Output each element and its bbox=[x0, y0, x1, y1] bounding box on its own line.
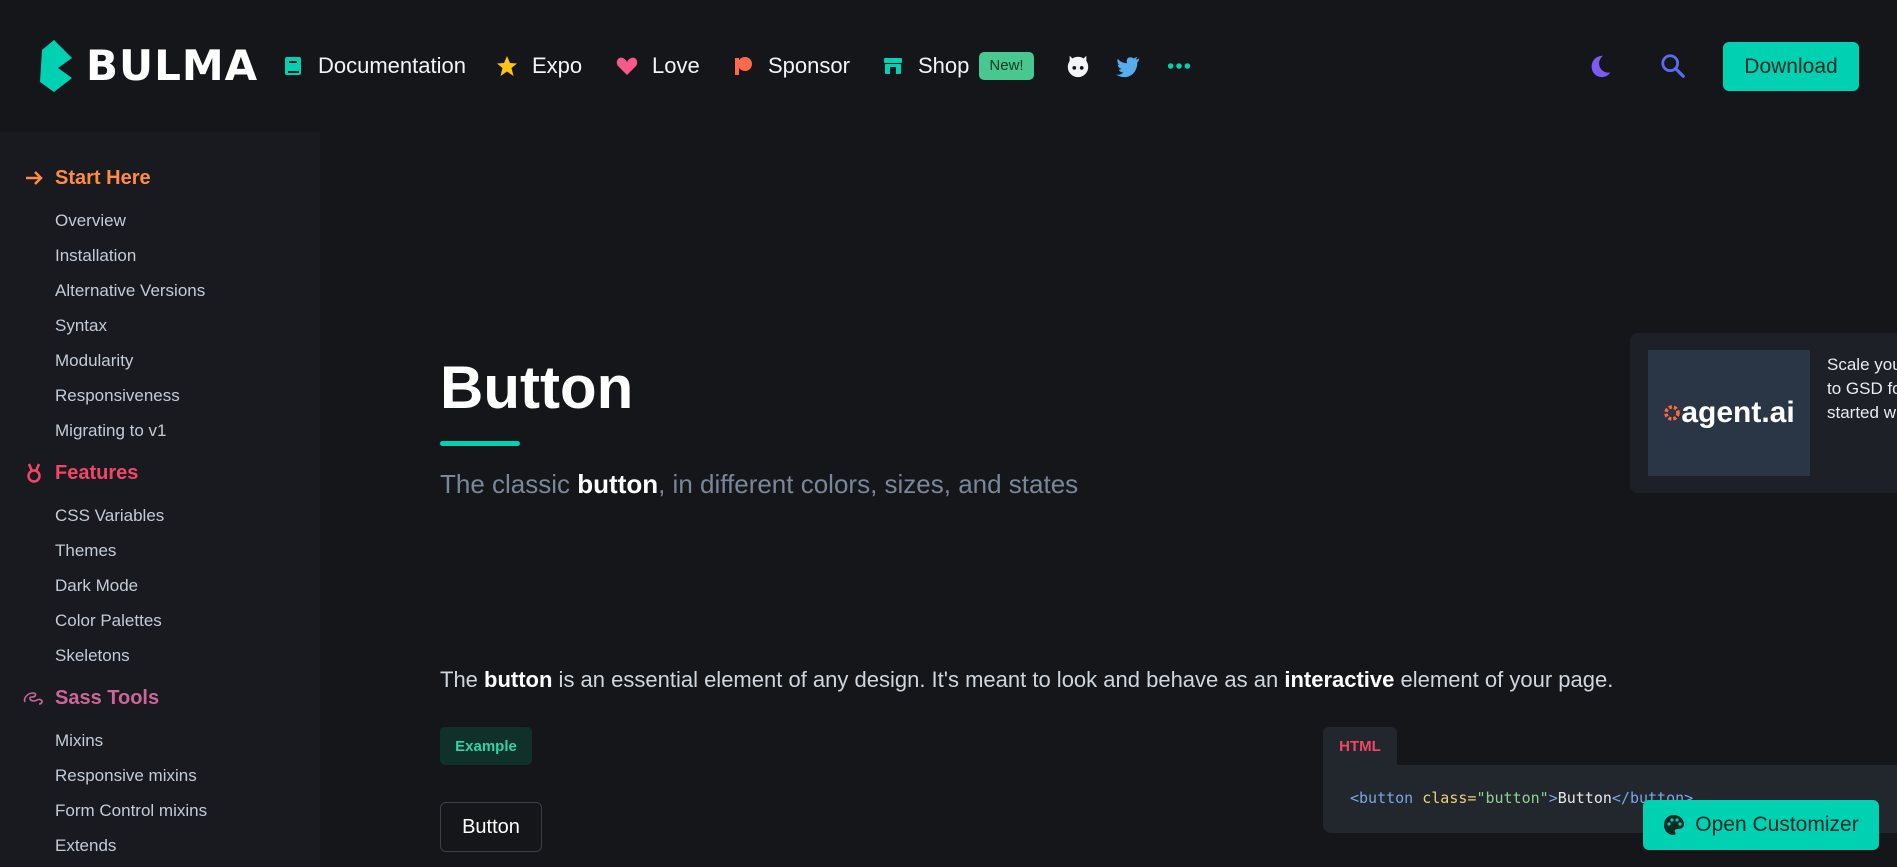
sidebar-item-css-variables[interactable]: CSS Variables bbox=[55, 506, 164, 526]
open-customizer-label: Open Customizer bbox=[1695, 813, 1859, 836]
sidebar-category-features[interactable]: Features bbox=[22, 461, 138, 485]
nav-documentation[interactable]: Documentation bbox=[282, 50, 466, 82]
heart-icon bbox=[616, 57, 638, 75]
palette-icon bbox=[1664, 815, 1685, 835]
page-title: Button bbox=[440, 354, 634, 421]
sidebar-item-mixins[interactable]: Mixins bbox=[55, 731, 103, 751]
new-badge: New! bbox=[979, 52, 1034, 80]
sidebar-item-skeletons[interactable]: Skeletons bbox=[55, 646, 130, 666]
brand-name: BULMA bbox=[86, 41, 259, 90]
moon-icon[interactable] bbox=[1585, 50, 1615, 82]
sidebar-category-sass-tools[interactable]: Sass Tools bbox=[22, 686, 159, 710]
nav-expo[interactable]: Expo bbox=[496, 50, 582, 82]
ad-image: agent.ai bbox=[1648, 350, 1810, 476]
arrow-right-icon bbox=[22, 166, 46, 190]
nav-love-label: Love bbox=[652, 53, 700, 78]
gear-icon bbox=[1664, 405, 1681, 421]
code-tab-html[interactable]: HTML bbox=[1323, 727, 1397, 765]
bulma-logo-icon bbox=[40, 40, 72, 92]
nav-shop-label: Shop bbox=[918, 53, 970, 78]
nav-sponsor[interactable]: Sponsor bbox=[732, 50, 850, 82]
store-icon bbox=[884, 58, 902, 74]
search-icon[interactable] bbox=[1658, 50, 1688, 82]
nav-documentation-label: Documentation bbox=[318, 53, 466, 78]
nav-sponsor-label: Sponsor bbox=[768, 53, 850, 78]
sidebar-category-start-here[interactable]: Start Here bbox=[22, 166, 151, 190]
medal-icon bbox=[22, 461, 46, 485]
top-navbar: BULMA Documentation Expo Love Sponsor Sh… bbox=[0, 0, 1897, 132]
sidebar-category-label: Features bbox=[55, 461, 139, 484]
sidebar-category-label: Start Here bbox=[55, 166, 151, 189]
sidebar-item-responsive-mixins[interactable]: Responsive mixins bbox=[55, 766, 197, 786]
sidebar-item-dark-mode[interactable]: Dark Mode bbox=[55, 576, 138, 596]
page-subtitle: The classic button, in different colors,… bbox=[440, 469, 1079, 499]
example-tag: Example bbox=[440, 727, 532, 765]
intro-paragraph: The button is an essential element of an… bbox=[440, 667, 1614, 692]
twitter-icon[interactable] bbox=[1114, 52, 1142, 80]
sidebar-item-overview[interactable]: Overview bbox=[55, 211, 126, 231]
download-button[interactable]: Download bbox=[1723, 42, 1859, 91]
github-icon[interactable] bbox=[1064, 52, 1092, 80]
sidebar-item-alternative-versions[interactable]: Alternative Versions bbox=[55, 281, 205, 301]
sidebar-item-modularity[interactable]: Modularity bbox=[55, 351, 133, 371]
sass-icon bbox=[22, 686, 46, 710]
sidebar-item-syntax[interactable]: Syntax bbox=[55, 316, 107, 336]
sidebar-item-color-palettes[interactable]: Color Palettes bbox=[55, 611, 162, 631]
book-icon bbox=[285, 57, 301, 75]
open-customizer-button[interactable]: Open Customizer bbox=[1643, 800, 1879, 850]
title-underline bbox=[440, 441, 520, 446]
sidebar-item-form-control-mixins[interactable]: Form Control mixins bbox=[55, 801, 207, 821]
sidebar-category-label: Sass Tools bbox=[55, 686, 160, 709]
ad-logo: agent.ai bbox=[1663, 396, 1795, 430]
ad-text: Scale you to GSD fo started w bbox=[1827, 355, 1897, 422]
nav-love[interactable]: Love bbox=[616, 50, 700, 82]
nav-shop[interactable]: Shop New! bbox=[882, 50, 1034, 82]
sidebar-item-migrating[interactable]: Migrating to v1 bbox=[55, 421, 167, 441]
code-line: <button class="button">Button</button> bbox=[1350, 789, 1694, 807]
brand-logo[interactable]: BULMA bbox=[38, 40, 258, 92]
sidebar: Start Here Overview Installation Alterna… bbox=[0, 132, 320, 867]
sidebar-item-extends[interactable]: Extends bbox=[55, 836, 116, 856]
carbon-ad[interactable]: agent.ai Scale you to GSD fo started w bbox=[1630, 333, 1897, 493]
demo-button[interactable]: Button bbox=[440, 802, 542, 852]
sidebar-item-installation[interactable]: Installation bbox=[55, 246, 136, 266]
star-icon bbox=[497, 56, 517, 76]
patreon-icon bbox=[735, 57, 752, 75]
sidebar-item-themes[interactable]: Themes bbox=[55, 541, 116, 561]
nav-expo-label: Expo bbox=[532, 53, 583, 78]
sidebar-item-responsiveness[interactable]: Responsiveness bbox=[55, 386, 180, 406]
more-icon[interactable] bbox=[1165, 52, 1193, 80]
